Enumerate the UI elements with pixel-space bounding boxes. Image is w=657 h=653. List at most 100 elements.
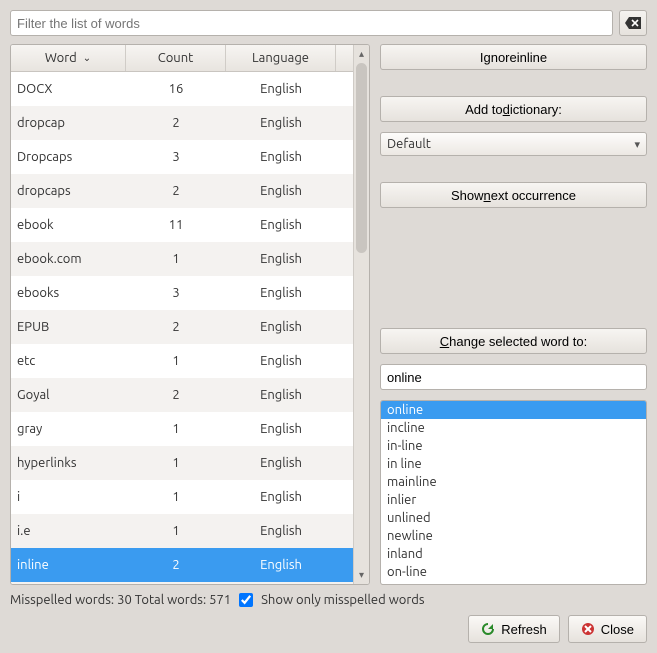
cell-word: Goyal xyxy=(11,388,126,402)
cell-count: 2 xyxy=(126,388,226,402)
suggestion-item[interactable]: unlined xyxy=(381,509,646,527)
cell-count: 1 xyxy=(126,456,226,470)
close-button[interactable]: Close xyxy=(568,615,647,643)
cell-language: English xyxy=(226,116,336,130)
cell-word: etc xyxy=(11,354,126,368)
suggestion-item[interactable]: mainline xyxy=(381,473,646,491)
table-row[interactable]: ebook11English xyxy=(11,208,353,242)
table-row[interactable]: gray1English xyxy=(11,412,353,446)
clear-filter-button[interactable] xyxy=(619,10,647,36)
cell-language: English xyxy=(226,354,336,368)
table-row[interactable]: EPUB2English xyxy=(11,310,353,344)
cell-language: English xyxy=(226,82,336,96)
scroll-thumb[interactable] xyxy=(356,63,367,253)
cell-language: English xyxy=(226,558,336,572)
table-row[interactable]: dropcap2English xyxy=(11,106,353,140)
cell-language: English xyxy=(226,456,336,470)
suggestion-item[interactable]: in-line xyxy=(381,437,646,455)
column-header-language[interactable]: Language xyxy=(226,45,336,71)
cell-word: ebooks xyxy=(11,286,126,300)
scroll-up-button[interactable]: ▴ xyxy=(354,45,369,63)
cell-word: dropcaps xyxy=(11,184,126,198)
suggestion-item[interactable]: inlier xyxy=(381,491,646,509)
table-row[interactable]: hyperlinks1English xyxy=(11,446,353,480)
table-row[interactable]: i1English xyxy=(11,480,353,514)
cell-word: inline xyxy=(11,558,126,572)
cell-count: 2 xyxy=(126,558,226,572)
cell-count: 16 xyxy=(126,82,226,96)
cell-count: 2 xyxy=(126,116,226,130)
table-row[interactable]: Inline5English xyxy=(11,582,353,584)
sort-indicator-icon: ⌄ xyxy=(83,52,91,64)
change-word-input[interactable] xyxy=(380,364,647,390)
suggestion-item[interactable]: newline xyxy=(381,527,646,545)
cell-word: DOCX xyxy=(11,82,126,96)
table-row[interactable]: i.e1English xyxy=(11,514,353,548)
show-only-misspelled-checkbox[interactable] xyxy=(239,593,253,607)
close-icon xyxy=(581,622,595,636)
cell-language: English xyxy=(226,388,336,402)
cell-language: English xyxy=(226,490,336,504)
cell-count: 1 xyxy=(126,252,226,266)
ignore-label-prefix: Ignore xyxy=(480,50,517,65)
word-table: Word⌄ Count Language DOCX16Englishdropca… xyxy=(11,45,353,584)
suggestion-item[interactable]: online xyxy=(381,401,646,419)
ignore-button[interactable]: Ignore inline xyxy=(380,44,647,70)
column-header-word[interactable]: Word⌄ xyxy=(11,45,126,71)
cell-word: EPUB xyxy=(11,320,126,334)
table-row[interactable]: inline2English xyxy=(11,548,353,582)
cell-language: English xyxy=(226,320,336,334)
cell-count: 2 xyxy=(126,184,226,198)
refresh-label: Refresh xyxy=(501,622,547,637)
cell-word: gray xyxy=(11,422,126,436)
table-row[interactable]: Goyal2English xyxy=(11,378,353,412)
cell-word: hyperlinks xyxy=(11,456,126,470)
close-label: Close xyxy=(601,622,634,637)
cell-word: i xyxy=(11,490,126,504)
cell-count: 3 xyxy=(126,150,226,164)
table-scrollbar[interactable]: ▴ ▾ xyxy=(353,45,369,584)
table-row[interactable]: ebooks3English xyxy=(11,276,353,310)
column-header-count[interactable]: Count xyxy=(126,45,226,71)
suggestion-list[interactable]: onlineinclinein-linein linemainlineinlie… xyxy=(380,400,647,585)
cell-language: English xyxy=(226,286,336,300)
cell-count: 11 xyxy=(126,218,226,232)
cell-word: ebook.com xyxy=(11,252,126,266)
cell-word: ebook xyxy=(11,218,126,232)
cell-word: i.e xyxy=(11,524,126,538)
table-row[interactable]: Dropcaps3English xyxy=(11,140,353,174)
change-selected-word-label[interactable]: Change selected word to: xyxy=(380,328,647,354)
cell-language: English xyxy=(226,150,336,164)
scroll-down-button[interactable]: ▾ xyxy=(354,566,369,584)
cell-count: 3 xyxy=(126,286,226,300)
suggestion-item[interactable]: on-line xyxy=(381,563,646,581)
show-only-misspelled-label: Show only misspelled words xyxy=(261,593,424,607)
table-row[interactable]: dropcaps2English xyxy=(11,174,353,208)
filter-input[interactable] xyxy=(10,10,613,36)
add-to-dictionary-button[interactable]: Add to dictionary: xyxy=(380,96,647,122)
cell-count: 1 xyxy=(126,490,226,504)
table-row[interactable]: etc1English xyxy=(11,344,353,378)
cell-count: 1 xyxy=(126,422,226,436)
cell-language: English xyxy=(226,184,336,198)
dictionary-select[interactable]: Default xyxy=(380,132,647,156)
table-row[interactable]: ebook.com1English xyxy=(11,242,353,276)
refresh-icon xyxy=(481,622,495,636)
cell-word: Dropcaps xyxy=(11,150,126,164)
cell-language: English xyxy=(226,252,336,266)
cell-language: English xyxy=(226,524,336,538)
cell-count: 2 xyxy=(126,320,226,334)
show-next-occurrence-button[interactable]: Show next occurrence xyxy=(380,182,647,208)
suggestion-item[interactable]: incline xyxy=(381,419,646,437)
cell-count: 1 xyxy=(126,524,226,538)
cell-language: English xyxy=(226,218,336,232)
suggestion-item[interactable]: inland xyxy=(381,545,646,563)
cell-count: 1 xyxy=(126,354,226,368)
refresh-button[interactable]: Refresh xyxy=(468,615,560,643)
dictionary-select-value: Default xyxy=(387,137,431,151)
table-row[interactable]: DOCX16English xyxy=(11,72,353,106)
cell-language: English xyxy=(226,422,336,436)
backspace-icon xyxy=(625,17,641,29)
status-text: Misspelled words: 30 Total words: 571 xyxy=(10,593,231,607)
suggestion-item[interactable]: in line xyxy=(381,455,646,473)
